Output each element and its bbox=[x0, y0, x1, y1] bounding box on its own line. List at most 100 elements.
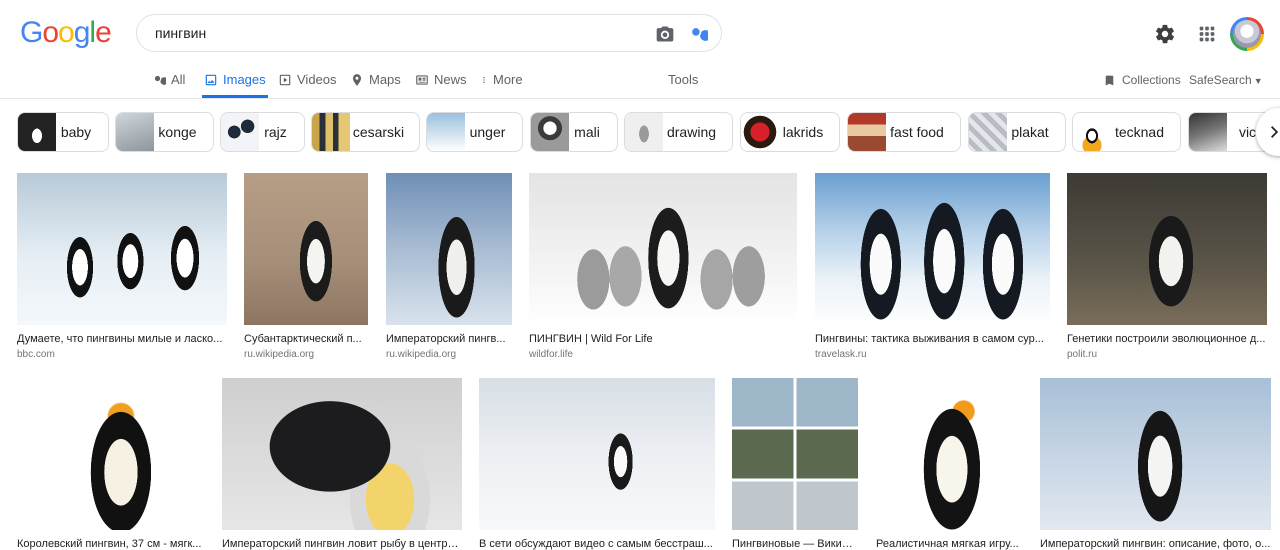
chip-label: unger bbox=[469, 124, 506, 140]
result-thumbnail[interactable] bbox=[1040, 378, 1271, 530]
avatar-image bbox=[1233, 20, 1261, 48]
tab-news[interactable]: News bbox=[415, 72, 467, 98]
tab-label: More bbox=[493, 72, 523, 87]
result-source: ru.wikipedia.org bbox=[244, 349, 315, 360]
search-input[interactable]: пингвин bbox=[155, 25, 206, 41]
chip-thumbnail bbox=[312, 113, 350, 151]
result-title: Королевский пингвин, 37 см - мягк... bbox=[17, 538, 202, 550]
chip-rajz[interactable]: rajz bbox=[220, 112, 305, 152]
result-title: Реалистичная мягкая игру... bbox=[876, 538, 1019, 550]
logo-letter: o bbox=[42, 16, 59, 49]
caret-down-icon: ▼ bbox=[1253, 76, 1263, 86]
chip-thumbnail bbox=[1073, 113, 1111, 151]
chip-plakat[interactable]: plakat bbox=[968, 112, 1066, 152]
chip-konge[interactable]: konge bbox=[115, 112, 214, 152]
result-source: bbc.com bbox=[17, 349, 55, 360]
chip-baby[interactable]: baby bbox=[17, 112, 109, 152]
image-result[interactable]: Пингвины: тактика выживания в самом сур.… bbox=[815, 173, 1050, 361]
chip-thumbnail bbox=[18, 113, 56, 151]
chip-label: konge bbox=[158, 124, 197, 140]
result-source: ru.wikipedia.org bbox=[386, 349, 457, 360]
safesearch-label: SafeSearch bbox=[1189, 73, 1252, 87]
apps-grid-icon[interactable] bbox=[1196, 23, 1218, 45]
safesearch-dropdown[interactable]: SafeSearch ▼ bbox=[1189, 73, 1263, 87]
result-thumbnail[interactable] bbox=[244, 173, 368, 325]
chip-thumbnail bbox=[116, 113, 154, 151]
image-result[interactable]: Реалистичная мягкая игру... bbox=[876, 378, 1022, 550]
logo-letter: e bbox=[95, 16, 112, 49]
tab-label: News bbox=[434, 72, 467, 87]
search-box[interactable]: пингвин bbox=[136, 14, 722, 52]
image-result[interactable]: В сети обсуждают видео с самым бесстраш.… bbox=[479, 378, 715, 550]
camera-icon[interactable] bbox=[655, 24, 675, 44]
image-result[interactable]: Пингвиновые — Википе... bbox=[732, 378, 858, 550]
google-logo[interactable]: Google bbox=[20, 16, 112, 49]
result-thumbnail[interactable] bbox=[479, 378, 715, 530]
result-source: wildfor.life bbox=[529, 349, 573, 360]
gear-icon[interactable] bbox=[1154, 23, 1176, 45]
image-result[interactable]: Королевский пингвин, 37 см - мягк... bbox=[17, 378, 206, 550]
chip-label: cesarski bbox=[352, 124, 405, 140]
image-result[interactable]: Субантарктический п... ru.wikipedia.org bbox=[244, 173, 368, 361]
tab-label: Videos bbox=[297, 72, 337, 87]
result-thumbnail[interactable] bbox=[17, 378, 206, 530]
chip-label: plakat bbox=[1011, 124, 1049, 140]
chip-fast-food[interactable]: fast food bbox=[847, 112, 961, 152]
result-title: ПИНГВИН | Wild For Life bbox=[529, 333, 653, 345]
image-result[interactable]: ПИНГВИН | Wild For Life wildfor.life bbox=[529, 173, 797, 361]
bookmark-icon bbox=[1105, 75, 1114, 85]
tab-images[interactable]: Images bbox=[202, 72, 268, 98]
chip-cesarski[interactable]: cesarski bbox=[311, 112, 420, 152]
chip-mali[interactable]: mali bbox=[530, 112, 618, 152]
chip-thumbnail bbox=[848, 113, 886, 151]
chip-thumbnail bbox=[221, 113, 259, 151]
chip-lakrids[interactable]: lakrids bbox=[740, 112, 840, 152]
pin-icon bbox=[352, 74, 362, 86]
collections-link[interactable]: Collections bbox=[1103, 73, 1181, 87]
tab-videos[interactable]: Videos bbox=[278, 72, 337, 98]
chip-label: lakrids bbox=[782, 124, 824, 140]
result-title: В сети обсуждают видео с самым бесстраш.… bbox=[479, 538, 713, 550]
chip-label: fast food bbox=[890, 124, 944, 140]
chip-label: tecknad bbox=[1114, 124, 1165, 140]
avatar[interactable] bbox=[1230, 17, 1264, 51]
chevron-right-icon bbox=[1271, 126, 1279, 138]
image-result[interactable]: Генетики построили эволюционное д... pol… bbox=[1067, 173, 1267, 361]
result-title: Думаете, что пингвины милые и ласко... bbox=[17, 333, 223, 345]
result-title: Пингвины: тактика выживания в самом сур.… bbox=[815, 333, 1044, 345]
chip-tecknad[interactable]: tecknad bbox=[1072, 112, 1181, 152]
chip-thumbnail bbox=[531, 113, 569, 151]
result-thumbnail[interactable] bbox=[222, 378, 462, 530]
result-thumbnail[interactable] bbox=[529, 173, 797, 325]
tools-button[interactable]: Tools bbox=[668, 72, 698, 87]
result-thumbnail[interactable] bbox=[1067, 173, 1267, 325]
chip-drawing[interactable]: drawing bbox=[624, 112, 733, 152]
chip-unger[interactable]: unger bbox=[426, 112, 523, 152]
image-result[interactable]: Думаете, что пингвины милые и ласко... b… bbox=[17, 173, 227, 361]
result-thumbnail[interactable] bbox=[17, 173, 227, 325]
image-result[interactable]: Императорский пингв... ru.wikipedia.org bbox=[386, 173, 512, 361]
related-chips: baby konge rajz cesarski unger mali draw… bbox=[0, 112, 1280, 154]
logo-letter: G bbox=[20, 16, 43, 49]
result-title: Генетики построили эволюционное д... bbox=[1067, 333, 1266, 345]
search-icon[interactable] bbox=[688, 24, 708, 44]
result-thumbnail[interactable] bbox=[386, 173, 512, 325]
logo-letter: g bbox=[73, 16, 91, 49]
result-title: Императорский пингвин: описание, фото, о… bbox=[1040, 538, 1271, 550]
result-thumbnail[interactable] bbox=[876, 378, 1022, 530]
more-icon bbox=[483, 77, 485, 83]
image-result[interactable]: Императорский пингвин: описание, фото, о… bbox=[1040, 378, 1271, 550]
tab-maps[interactable]: Maps bbox=[350, 72, 401, 98]
tab-label: Maps bbox=[369, 72, 401, 87]
result-title: Императорский пингвин ловит рыбу в центр… bbox=[222, 538, 462, 550]
tab-more[interactable]: More bbox=[480, 72, 523, 98]
tab-all[interactable]: All bbox=[152, 72, 185, 98]
chip-label: drawing bbox=[666, 124, 717, 140]
result-title: Субантарктический п... bbox=[244, 333, 362, 345]
chip-thumbnail bbox=[1189, 113, 1227, 151]
result-thumbnail[interactable] bbox=[815, 173, 1050, 325]
result-thumbnail[interactable] bbox=[732, 378, 858, 530]
result-title: Императорский пингв... bbox=[386, 333, 506, 345]
image-result[interactable]: Императорский пингвин ловит рыбу в центр… bbox=[222, 378, 462, 550]
tab-label: Images bbox=[223, 72, 266, 87]
